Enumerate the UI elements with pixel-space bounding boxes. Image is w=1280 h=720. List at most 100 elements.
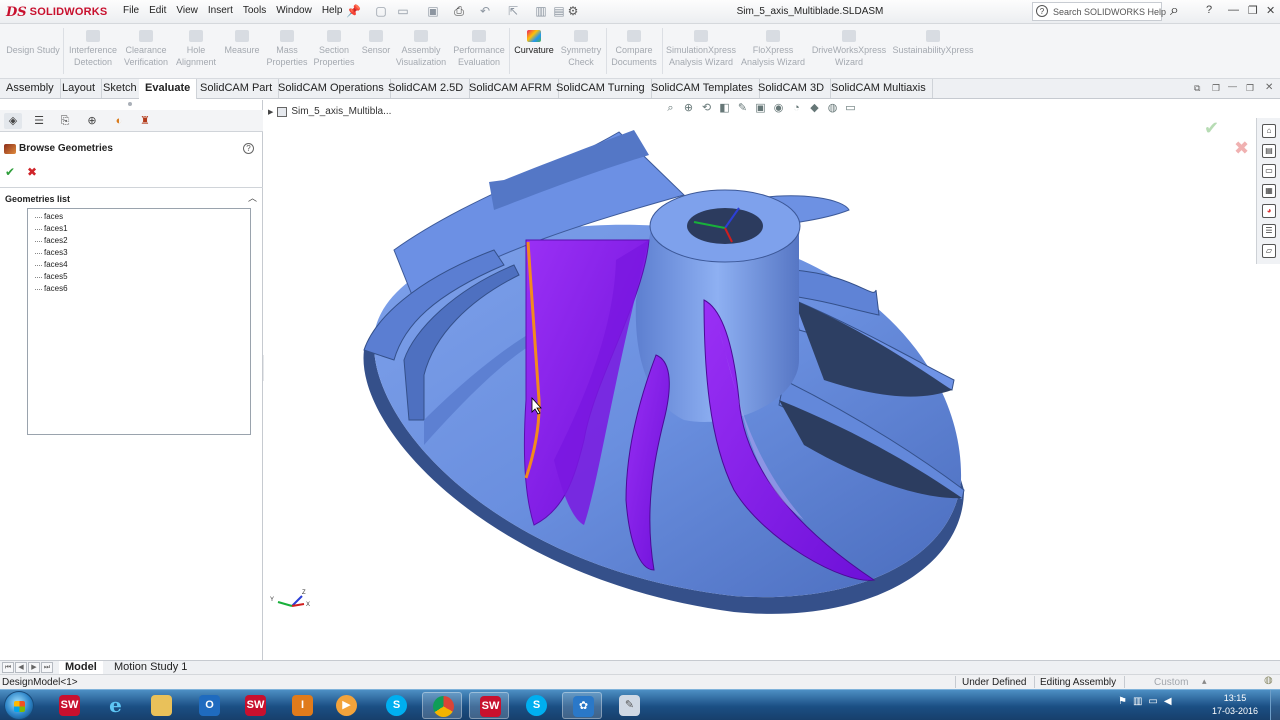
next-tab-icon[interactable]: ▶: [28, 662, 40, 673]
design-study-button[interactable]: Design Study: [4, 44, 62, 56]
doc-restore-icon[interactable]: ❐: [1212, 83, 1220, 94]
zoom-to-area-icon[interactable]: ⊕: [682, 102, 695, 115]
doc-maximize-icon[interactable]: ❐: [1246, 83, 1254, 94]
tab-assembly[interactable]: Assembly: [0, 79, 61, 98]
taskbar-network-app[interactable]: ✿: [562, 692, 602, 719]
symmetry-check-button[interactable]: Symmetry Check: [558, 30, 604, 68]
ok-button[interactable]: ✔: [5, 165, 15, 179]
tile-icon[interactable]: ⧉: [1194, 83, 1200, 94]
search-icon[interactable]: ⌕: [1170, 2, 1179, 20]
prev-tab-icon[interactable]: ◀: [15, 662, 27, 673]
cancel-button[interactable]: ✖: [27, 165, 37, 179]
file-properties-icon[interactable]: ▤: [552, 4, 566, 18]
tab-evaluate[interactable]: Evaluate: [139, 79, 198, 99]
confirm-ok-icon[interactable]: ✔: [1204, 118, 1219, 139]
compare-documents-button[interactable]: Compare Documents: [608, 30, 660, 68]
minimize-icon[interactable]: —: [1228, 4, 1239, 16]
file-explorer-icon[interactable]: ▭: [1262, 164, 1276, 178]
units-dropdown-icon[interactable]: ▴: [1202, 676, 1207, 687]
menu-help[interactable]: Help: [317, 5, 348, 16]
edit-appearance-icon[interactable]: ◆: [808, 102, 821, 115]
floxpress-button[interactable]: FloXpress Analysis Wizard: [740, 30, 806, 68]
panel-grip[interactable]: [128, 102, 132, 106]
list-item[interactable]: faces3: [28, 247, 250, 259]
view-orientation-icon[interactable]: ▣: [754, 102, 767, 115]
confirm-cancel-icon[interactable]: ✖: [1234, 138, 1249, 159]
options-gear-icon[interactable]: ⚙: [566, 4, 580, 18]
solidworks-resources-icon[interactable]: ⌂: [1262, 124, 1276, 138]
tab-model[interactable]: Model: [59, 661, 103, 675]
design-library-icon[interactable]: ▤: [1262, 144, 1276, 158]
clearance-verification-button[interactable]: Clearance Verification: [120, 30, 172, 68]
battery-tray-icon[interactable]: ▭: [1148, 696, 1157, 707]
feature-tree-flyout[interactable]: ▶ Sim_5_axis_Multibla...: [268, 106, 391, 117]
taskbar-skype-2[interactable]: S: [516, 692, 556, 719]
tab-solidcam-turning[interactable]: SolidCAM Turning: [550, 79, 652, 98]
menu-window[interactable]: Window: [271, 5, 317, 16]
new-document-icon[interactable]: ▢: [374, 4, 388, 18]
measure-button[interactable]: Measure: [220, 30, 264, 56]
taskbar-solidworks-pro[interactable]: I: [282, 692, 322, 719]
list-item[interactable]: faces1: [28, 223, 250, 235]
tab-solidcam-3d[interactable]: SolidCAM 3D: [752, 79, 832, 98]
menu-view[interactable]: View: [171, 5, 203, 16]
impeller-model[interactable]: [264, 100, 1280, 660]
previous-view-icon[interactable]: ⟲: [700, 102, 713, 115]
taskbar-skype[interactable]: S: [376, 692, 416, 719]
tab-solidcam-part[interactable]: SolidCAM Part: [194, 79, 280, 98]
section-view-icon[interactable]: ◧: [718, 102, 731, 115]
start-button[interactable]: [4, 691, 34, 720]
driveworksxpress-button[interactable]: DriveWorksXpress Wizard: [808, 30, 890, 68]
menu-edit[interactable]: Edit: [144, 5, 171, 16]
assembly-visualization-button[interactable]: Assembly Visualization: [394, 30, 448, 68]
appearances-icon[interactable]: ◕: [1262, 204, 1276, 218]
select-icon[interactable]: ⇱: [506, 4, 520, 18]
menu-insert[interactable]: Insert: [203, 5, 238, 16]
open-icon[interactable]: ▭: [396, 4, 410, 18]
taskbar-paint[interactable]: ✎: [609, 692, 649, 719]
print-icon[interactable]: ⎙: [452, 4, 466, 18]
mass-properties-button[interactable]: Mass Properties: [264, 30, 310, 68]
network-tray-icon[interactable]: ▥: [1133, 696, 1142, 707]
last-tab-icon[interactable]: ⏭: [41, 662, 53, 673]
hide-show-items-icon[interactable]: ◔: [790, 102, 803, 115]
help-menu-icon[interactable]: ?: [1206, 4, 1212, 16]
doc-minimize-icon[interactable]: —: [1228, 81, 1237, 91]
list-item[interactable]: faces4: [28, 259, 250, 271]
interference-detection-button[interactable]: Interference Detection: [66, 30, 120, 68]
taskbar-internet-explorer[interactable]: e: [95, 692, 135, 719]
search-input[interactable]: Search SOLIDWORKS Help: [1053, 7, 1166, 17]
graphics-area[interactable]: ▶ Sim_5_axis_Multibla... ⌕ ⊕ ⟲ ◧ ✎ ▣ ◉ ◔…: [264, 100, 1280, 660]
help-icon[interactable]: ?: [243, 143, 254, 154]
hole-alignment-button[interactable]: Hole Alignment: [172, 30, 220, 68]
featuremanager-tab-icon[interactable]: ◈: [4, 113, 22, 129]
list-item[interactable]: faces2: [28, 235, 250, 247]
tab-solidcam-afrm[interactable]: SolidCAM AFRM: [463, 79, 559, 98]
show-desktop-button[interactable]: [1270, 690, 1280, 720]
first-tab-icon[interactable]: ⏮: [2, 662, 14, 673]
tab-solidcam-multiaxis[interactable]: SolidCAM Multiaxis: [825, 79, 933, 98]
undo-icon[interactable]: ↶: [478, 4, 492, 18]
section-properties-button[interactable]: Section Properties: [310, 30, 358, 68]
configurationmanager-tab-icon[interactable]: ⎘: [56, 113, 74, 129]
list-item[interactable]: faces: [28, 211, 250, 223]
taskbar-outlook[interactable]: O: [189, 692, 229, 719]
tab-solidcam-2-5d[interactable]: SolidCAM 2.5D: [382, 79, 471, 98]
tab-sketch[interactable]: Sketch: [97, 79, 144, 98]
taskbar-solidworks-2016[interactable]: SW: [235, 692, 275, 719]
close-icon[interactable]: ✕: [1266, 4, 1275, 17]
display-style-icon[interactable]: ◉: [772, 102, 785, 115]
chevron-up-icon[interactable]: ︿: [248, 191, 257, 204]
list-item[interactable]: faces5: [28, 271, 250, 283]
menu-tools[interactable]: Tools: [238, 5, 271, 16]
search-box[interactable]: ? Search SOLIDWORKS Help: [1032, 2, 1166, 21]
volume-tray-icon[interactable]: ◀: [1164, 696, 1172, 707]
dynamic-annotation-icon[interactable]: ✎: [736, 102, 749, 115]
taskbar-solidworks-2015[interactable]: SW: [49, 692, 89, 719]
restore-icon[interactable]: ❐: [1248, 4, 1258, 17]
solidworks-logo[interactable]: DS SOLIDWORKS: [6, 3, 107, 21]
expand-arrow-icon[interactable]: ▶: [268, 108, 273, 116]
taskbar-solidworks-active[interactable]: SW: [469, 692, 509, 719]
rebuild-status-icon[interactable]: ◍: [1264, 675, 1273, 686]
menu-file[interactable]: File: [118, 5, 144, 16]
